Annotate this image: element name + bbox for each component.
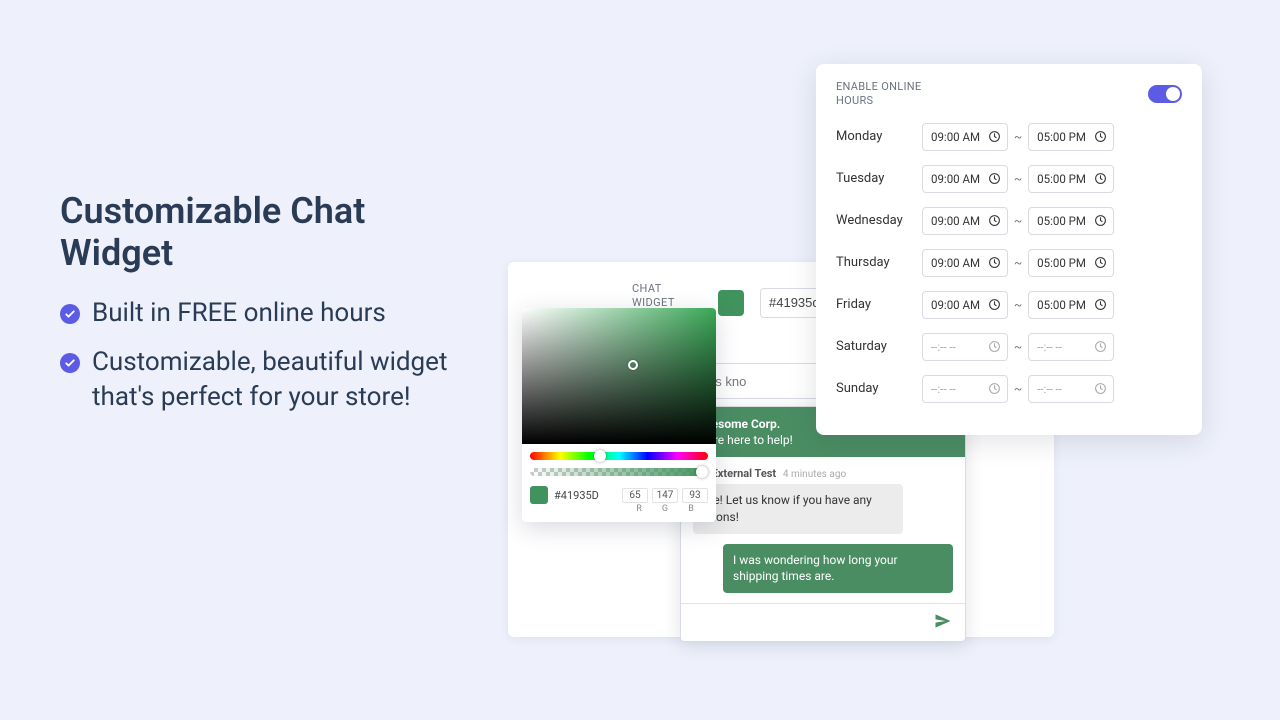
clock-icon bbox=[1094, 340, 1107, 353]
message-timestamp: 4 minutes ago bbox=[783, 469, 846, 480]
picker-swatch bbox=[530, 486, 548, 504]
picker-r-value[interactable]: 65 bbox=[622, 488, 648, 503]
color-picker-popover[interactable]: #41935D 65 147 93 R G B bbox=[522, 308, 716, 522]
hours-row: Sunday--:-- --~--:-- -- bbox=[836, 375, 1182, 403]
day-label: Monday bbox=[836, 129, 922, 144]
r-label: R bbox=[628, 504, 650, 514]
send-icon[interactable] bbox=[933, 611, 953, 635]
start-time-input[interactable]: 09:00 AM bbox=[922, 123, 1008, 151]
hours-row: Monday09:00 AM ~05:00 PM bbox=[836, 123, 1182, 151]
outgoing-message: I was wondering how long your shipping t… bbox=[723, 544, 953, 594]
hours-row: Friday09:00 AM ~05:00 PM bbox=[836, 291, 1182, 319]
message-meta: sor External Test 4 minutes ago bbox=[693, 467, 953, 480]
clock-icon bbox=[1094, 298, 1107, 311]
start-time-input[interactable]: --:-- -- bbox=[922, 375, 1008, 403]
time-separator: ~ bbox=[1014, 256, 1022, 270]
clock-icon bbox=[988, 256, 1001, 269]
online-hours-card: ENABLE ONLINE HOURS Monday09:00 AM~05:00… bbox=[816, 64, 1202, 435]
saturation-box[interactable] bbox=[522, 308, 716, 444]
hue-thumb[interactable] bbox=[594, 450, 606, 462]
bullet-item: Customizable, beautiful widget that's pe… bbox=[60, 345, 480, 415]
color-swatch[interactable] bbox=[718, 290, 744, 316]
bullet-text: Built in FREE online hours bbox=[92, 296, 386, 331]
end-time-input[interactable]: 05:00 PM bbox=[1028, 165, 1114, 193]
g-label: G bbox=[654, 504, 676, 514]
hours-row: Tuesday09:00 AM ~05:00 PM bbox=[836, 165, 1182, 193]
marketing-copy: Customizable Chat Widget Built in FREE o… bbox=[60, 190, 480, 429]
bullet-text: Customizable, beautiful widget that's pe… bbox=[92, 345, 480, 415]
incoming-message: ere! Let us know if you have any stions! bbox=[693, 484, 903, 534]
saturation-indicator[interactable] bbox=[628, 360, 638, 370]
clock-icon bbox=[988, 298, 1001, 311]
hours-row: Thursday09:00 AM ~05:00 PM bbox=[836, 249, 1182, 277]
time-separator: ~ bbox=[1014, 172, 1022, 186]
marketing-bullets: Built in FREE online hours Customizable,… bbox=[60, 296, 480, 415]
hours-row: Saturday--:-- --~--:-- -- bbox=[836, 333, 1182, 361]
clock-icon bbox=[1094, 130, 1107, 143]
chat-widget-preview: Awesome Corp. We're here to help! — sor … bbox=[680, 406, 966, 642]
clock-icon bbox=[988, 382, 1001, 395]
picker-hex-value: #41935D bbox=[554, 489, 616, 502]
clock-icon bbox=[988, 130, 1001, 143]
alpha-thumb[interactable] bbox=[696, 466, 708, 478]
online-hours-toggle[interactable] bbox=[1148, 85, 1182, 103]
chat-body: sor External Test 4 minutes ago ere! Let… bbox=[681, 457, 965, 603]
hours-row: Wednesday09:00 AM ~05:00 PM bbox=[836, 207, 1182, 235]
time-separator: ~ bbox=[1014, 130, 1022, 144]
clock-icon bbox=[1094, 256, 1107, 269]
day-label: Saturday bbox=[836, 339, 922, 354]
time-separator: ~ bbox=[1014, 340, 1022, 354]
day-label: Thursday bbox=[836, 255, 922, 270]
clock-icon bbox=[1094, 382, 1107, 395]
picker-g-value[interactable]: 147 bbox=[652, 488, 678, 503]
marketing-heading: Customizable Chat Widget bbox=[60, 190, 480, 274]
start-time-input[interactable]: 09:00 AM bbox=[922, 165, 1008, 193]
end-time-input[interactable]: 05:00 PM bbox=[1028, 249, 1114, 277]
day-label: Tuesday bbox=[836, 171, 922, 186]
alpha-slider[interactable] bbox=[530, 468, 708, 476]
clock-icon bbox=[1094, 214, 1107, 227]
end-time-input[interactable]: 05:00 PM bbox=[1028, 207, 1114, 235]
time-separator: ~ bbox=[1014, 382, 1022, 396]
check-icon bbox=[60, 304, 80, 324]
end-time-input[interactable]: 05:00 PM bbox=[1028, 291, 1114, 319]
start-time-input[interactable]: 09:00 AM bbox=[922, 207, 1008, 235]
time-separator: ~ bbox=[1014, 214, 1022, 228]
day-label: Sunday bbox=[836, 381, 922, 396]
b-label: B bbox=[680, 504, 702, 514]
day-label: Wednesday bbox=[836, 213, 922, 228]
picker-b-value[interactable]: 93 bbox=[682, 488, 708, 503]
hue-slider[interactable] bbox=[530, 452, 708, 460]
clock-icon bbox=[988, 172, 1001, 185]
online-hours-label: ENABLE ONLINE HOURS bbox=[836, 80, 936, 109]
clock-icon bbox=[988, 340, 1001, 353]
clock-icon bbox=[1094, 172, 1107, 185]
end-time-input[interactable]: --:-- -- bbox=[1028, 375, 1114, 403]
day-label: Friday bbox=[836, 297, 922, 312]
end-time-input[interactable]: --:-- -- bbox=[1028, 333, 1114, 361]
start-time-input[interactable]: 09:00 AM bbox=[922, 249, 1008, 277]
check-icon bbox=[60, 353, 80, 373]
start-time-input[interactable]: 09:00 AM bbox=[922, 291, 1008, 319]
start-time-input[interactable]: --:-- -- bbox=[922, 333, 1008, 361]
chat-input-bar[interactable] bbox=[681, 603, 965, 641]
clock-icon bbox=[988, 214, 1001, 227]
end-time-input[interactable]: 05:00 PM bbox=[1028, 123, 1114, 151]
bullet-item: Built in FREE online hours bbox=[60, 296, 480, 331]
time-separator: ~ bbox=[1014, 298, 1022, 312]
